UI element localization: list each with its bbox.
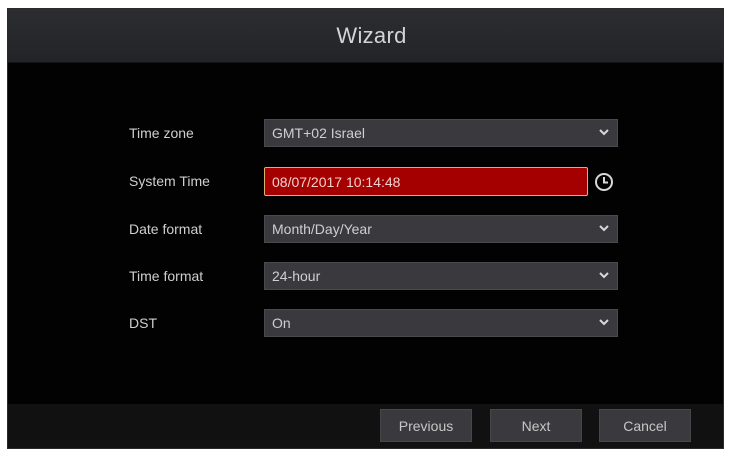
dst-select[interactable]: On bbox=[264, 309, 618, 337]
dst-value: On bbox=[272, 315, 291, 331]
time-format-value: 24-hour bbox=[272, 268, 321, 284]
chevron-down-icon bbox=[599, 319, 609, 326]
date-format-select[interactable]: Month/Day/Year bbox=[264, 215, 618, 243]
cancel-button[interactable]: Cancel bbox=[599, 409, 691, 442]
wizard-window: Wizard Time zone GMT+02 Israel System Ti… bbox=[7, 8, 724, 449]
system-time-label: System Time bbox=[129, 173, 210, 189]
title-bar: Wizard bbox=[8, 9, 723, 63]
time-format-row: Time format 24-hour bbox=[8, 262, 723, 290]
time-format-select[interactable]: 24-hour bbox=[264, 262, 618, 290]
date-format-row: Date format Month/Day/Year bbox=[8, 215, 723, 243]
system-time-row: System Time bbox=[8, 167, 723, 196]
previous-button[interactable]: Previous bbox=[380, 409, 472, 442]
next-button[interactable]: Next bbox=[490, 409, 582, 442]
time-format-label: Time format bbox=[129, 268, 204, 284]
time-zone-row: Time zone GMT+02 Israel bbox=[8, 119, 723, 147]
time-zone-select[interactable]: GMT+02 Israel bbox=[264, 119, 618, 147]
window-title: Wizard bbox=[336, 22, 407, 48]
dst-row: DST On bbox=[8, 309, 723, 337]
time-zone-value: GMT+02 Israel bbox=[272, 125, 365, 141]
date-format-value: Month/Day/Year bbox=[272, 221, 372, 237]
chevron-down-icon bbox=[599, 129, 609, 136]
dst-label: DST bbox=[129, 315, 157, 331]
clock-icon[interactable] bbox=[594, 172, 614, 192]
chevron-down-icon bbox=[599, 272, 609, 279]
time-zone-label: Time zone bbox=[129, 125, 194, 141]
system-time-input[interactable] bbox=[264, 167, 588, 196]
chevron-down-icon bbox=[599, 225, 609, 232]
footer-bar: Previous Next Cancel bbox=[8, 404, 723, 448]
date-format-label: Date format bbox=[129, 221, 203, 237]
